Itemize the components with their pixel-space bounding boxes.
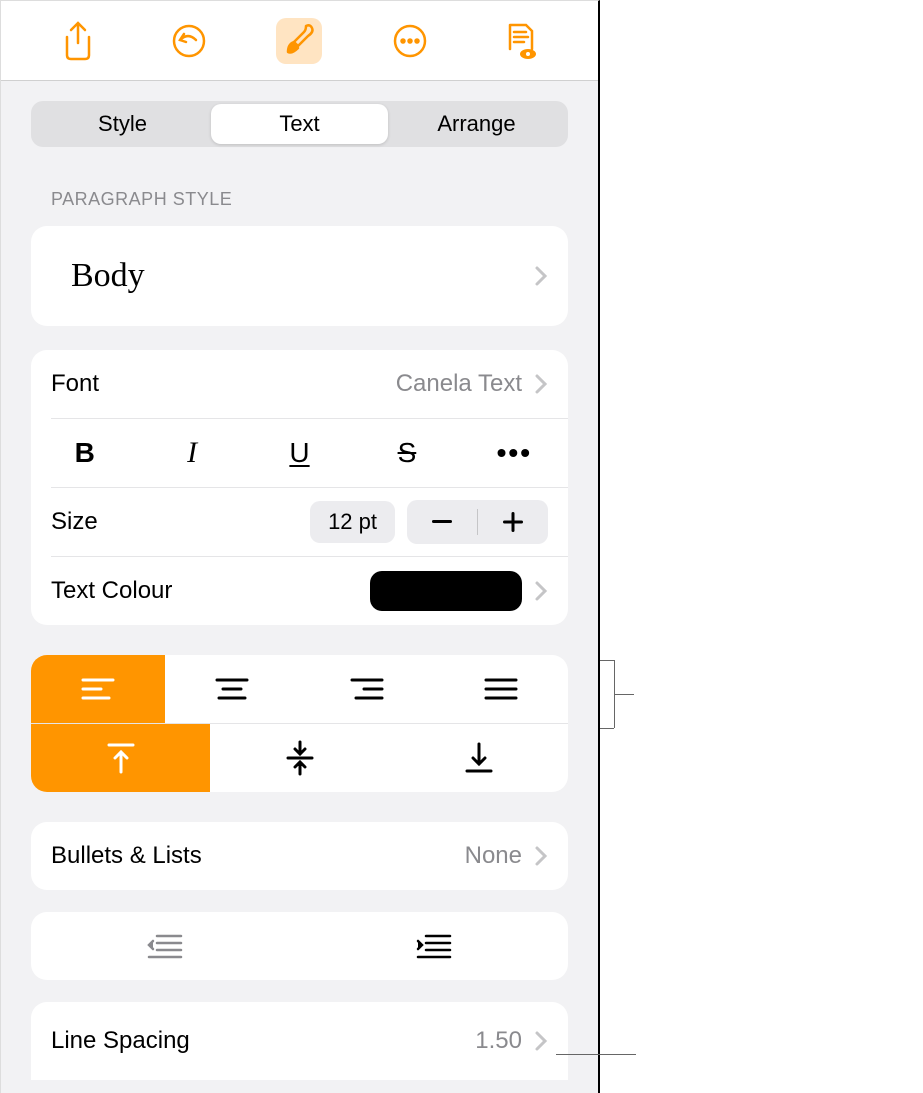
bullets-value: None: [465, 842, 522, 870]
paragraph-style-row[interactable]: Body: [31, 226, 568, 326]
more-circle-icon: [391, 22, 429, 60]
valign-bottom-icon: [465, 742, 493, 774]
document-options-button[interactable]: [498, 18, 544, 64]
bold-button[interactable]: B: [31, 419, 138, 487]
size-increase-button[interactable]: [478, 512, 548, 532]
text-colour-row[interactable]: Text Colour: [31, 557, 568, 625]
document-eye-icon: [504, 21, 538, 61]
size-decrease-button[interactable]: [407, 520, 477, 524]
align-left-icon: [81, 677, 115, 701]
valign-bottom-button[interactable]: [389, 724, 568, 792]
font-value: Canela Text: [396, 370, 522, 398]
chevron-right-icon: [534, 580, 548, 602]
indent-row: [31, 912, 568, 980]
font-card: Font Canela Text B I U S ••• Size 12 pt: [31, 350, 568, 625]
line-spacing-label: Line Spacing: [51, 1027, 475, 1055]
plus-icon: [503, 512, 523, 532]
top-toolbar: [1, 1, 598, 81]
chevron-right-icon: [534, 1030, 548, 1052]
paintbrush-icon: [280, 22, 318, 60]
font-label: Font: [51, 370, 396, 398]
size-value-button[interactable]: 12 pt: [310, 501, 395, 543]
tab-style[interactable]: Style: [34, 104, 211, 144]
callout-bracket-top: [600, 660, 614, 661]
size-label: Size: [51, 508, 310, 536]
chevron-right-icon: [534, 845, 548, 867]
text-colour-swatch: [370, 571, 522, 611]
chevron-right-icon: [534, 265, 548, 287]
horizontal-align-row: [31, 655, 568, 723]
share-icon: [61, 21, 95, 61]
valign-top-button[interactable]: [31, 724, 210, 792]
align-justify-icon: [484, 677, 518, 701]
undo-icon: [170, 22, 208, 60]
indent-card: [31, 912, 568, 980]
bullets-card: Bullets & Lists None: [31, 822, 568, 890]
callout-bracket-bot: [600, 728, 614, 729]
align-right-button[interactable]: [300, 655, 434, 723]
italic-button[interactable]: I: [138, 419, 245, 487]
align-left-button[interactable]: [31, 655, 165, 723]
more-text-options-button[interactable]: •••: [461, 419, 568, 487]
inspector-tabs-wrap: Style Text Arrange: [1, 81, 598, 161]
tab-arrange[interactable]: Arrange: [388, 104, 565, 144]
align-center-button[interactable]: [165, 655, 299, 723]
valign-top-icon: [107, 742, 135, 774]
minus-icon: [432, 520, 452, 524]
text-style-row: B I U S •••: [31, 419, 568, 487]
format-inspector-panel: Style Text Arrange PARAGRAPH STYLE Body …: [0, 0, 600, 1093]
indent-button[interactable]: [300, 912, 569, 980]
more-options-button[interactable]: [387, 18, 433, 64]
callout-line-spacing: [556, 1054, 636, 1055]
chevron-right-icon: [534, 373, 548, 395]
tab-text[interactable]: Text: [211, 104, 388, 144]
size-stepper: [407, 500, 548, 544]
paragraph-style-header: PARAGRAPH STYLE: [1, 161, 598, 218]
outdent-button[interactable]: [31, 912, 300, 980]
outdent-icon: [147, 933, 183, 959]
size-row: Size 12 pt: [31, 488, 568, 556]
bullets-label: Bullets & Lists: [51, 842, 465, 870]
align-right-icon: [350, 677, 384, 701]
paragraph-style-value: Body: [51, 235, 534, 317]
text-colour-label: Text Colour: [51, 577, 370, 605]
vertical-align-row: [31, 724, 568, 792]
align-center-icon: [215, 677, 249, 701]
format-button[interactable]: [276, 18, 322, 64]
undo-button[interactable]: [166, 18, 212, 64]
underline-button[interactable]: U: [246, 419, 353, 487]
alignment-card: [31, 655, 568, 792]
share-button[interactable]: [55, 18, 101, 64]
valign-middle-icon: [286, 740, 314, 776]
line-spacing-card: Line Spacing 1.50: [31, 1002, 568, 1080]
bullets-row[interactable]: Bullets & Lists None: [31, 822, 568, 890]
line-spacing-row[interactable]: Line Spacing 1.50: [31, 1002, 568, 1080]
font-row[interactable]: Font Canela Text: [31, 350, 568, 418]
line-spacing-value: 1.50: [475, 1027, 522, 1055]
strikethrough-button[interactable]: S: [353, 419, 460, 487]
paragraph-style-card: Body: [31, 226, 568, 326]
indent-icon: [416, 933, 452, 959]
valign-middle-button[interactable]: [210, 724, 389, 792]
callout-line-align: [614, 694, 634, 695]
inspector-tabs: Style Text Arrange: [31, 101, 568, 147]
align-justify-button[interactable]: [434, 655, 568, 723]
